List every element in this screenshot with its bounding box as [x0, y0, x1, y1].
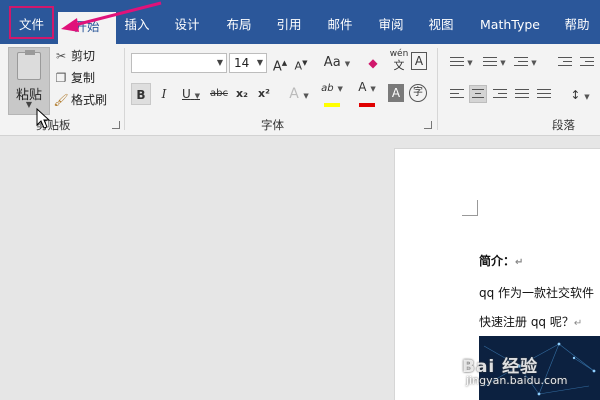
watermark-url: jingyan.baidu.com	[466, 374, 568, 387]
numbering-icon[interactable]	[481, 54, 499, 72]
tab-design[interactable]: 设计	[168, 10, 206, 40]
highlight-color-button[interactable]: ab ▼	[317, 80, 347, 107]
font-size-combo[interactable]: 14 ▼	[229, 53, 267, 73]
doc-paragraph-2: 快速注册 qq 呢？↵	[479, 315, 583, 329]
bold-button[interactable]: B	[131, 83, 151, 105]
cut-button[interactable]: ✂ 剪切	[53, 46, 95, 66]
format-painter-label: 格式刷	[71, 93, 108, 107]
margin-marker	[462, 200, 478, 216]
doc-heading: 简介：↵	[479, 254, 524, 268]
font-launcher-icon[interactable]	[424, 121, 432, 129]
italic-button[interactable]: I	[155, 83, 173, 105]
tab-mailings[interactable]: 邮件	[321, 10, 359, 40]
underline-button[interactable]: U ▼	[177, 83, 205, 105]
font-color-button[interactable]: A ▼	[352, 80, 382, 107]
chevron-down-icon: ▼	[216, 58, 223, 67]
highlighter-icon: ab	[321, 83, 334, 94]
clipboard-launcher-icon[interactable]	[112, 121, 120, 129]
multilevel-list-icon[interactable]	[512, 54, 530, 72]
chevron-down-icon[interactable]: ▼	[499, 52, 507, 74]
format-painter-button[interactable]: 🖌 格式刷	[53, 90, 107, 110]
scissors-icon: ✂	[55, 49, 67, 63]
character-shading-button[interactable]: A	[388, 84, 404, 102]
grow-font-button[interactable]: A▲	[272, 52, 288, 74]
font-group-label: 字体	[261, 118, 284, 132]
copy-icon: ❐	[55, 71, 67, 85]
bullets-icon[interactable]	[448, 54, 466, 72]
tab-layout[interactable]: 布局	[220, 10, 258, 40]
chevron-down-icon: ▼	[256, 58, 263, 67]
clear-formatting-icon[interactable]: ◆	[364, 52, 382, 74]
superscript-button[interactable]: x²	[255, 83, 273, 105]
mouse-cursor-icon	[36, 108, 51, 129]
font-size-value: 14	[234, 56, 250, 70]
align-left-icon[interactable]	[448, 86, 466, 104]
paintbrush-icon: 🖌	[53, 93, 69, 107]
tab-view[interactable]: 视图	[422, 10, 460, 40]
highlight-swatch	[324, 103, 340, 107]
font-color-swatch	[359, 103, 375, 107]
decrease-indent-icon[interactable]	[556, 54, 574, 72]
shrink-font-button[interactable]: A▼	[293, 52, 309, 74]
distributed-icon[interactable]	[535, 86, 553, 104]
tab-mathtype[interactable]: MathType	[474, 10, 546, 40]
copy-button[interactable]: ❐ 复制	[53, 68, 95, 88]
cut-label: 剪切	[71, 49, 96, 63]
ribbon: 粘贴 ▼ ✂ 剪切 ❐ 复制 🖌 格式刷 剪贴板 ▼ 14 ▼ A▲ A▼ Aa ▼ ◆…	[0, 44, 600, 136]
font-name-combo[interactable]: ▼	[131, 53, 227, 73]
subscript-button[interactable]: x₂	[233, 83, 251, 105]
character-border-button[interactable]: A	[411, 52, 427, 70]
chevron-down-icon[interactable]: ▼	[530, 52, 538, 74]
clipboard-icon	[17, 50, 41, 80]
strikethrough-button[interactable]: abc	[208, 83, 230, 105]
group-divider	[437, 48, 438, 130]
tab-insert[interactable]: 插入	[118, 10, 156, 40]
tab-home[interactable]: 开始	[58, 12, 116, 44]
tab-references[interactable]: 引用	[270, 10, 308, 40]
doc-paragraph-1: qq 作为一款社交软件	[479, 286, 595, 300]
ribbon-tab-bar: 文件 开始 插入 设计 布局 引用 邮件 审阅 视图 MathType 帮助	[0, 0, 600, 44]
align-center-icon[interactable]	[469, 85, 487, 103]
copy-label: 复制	[71, 71, 96, 85]
tab-file[interactable]: 文件	[9, 6, 54, 39]
paragraph-group-label: 段落	[552, 118, 575, 132]
tab-help[interactable]: 帮助	[558, 10, 596, 40]
chevron-down-icon[interactable]: ▼	[466, 52, 474, 74]
increase-indent-icon[interactable]	[578, 54, 596, 72]
enclose-characters-button[interactable]: 字	[409, 84, 427, 102]
change-case-button[interactable]: Aa ▼	[322, 52, 352, 74]
group-divider	[124, 48, 125, 130]
tab-review[interactable]: 审阅	[372, 10, 410, 40]
align-right-icon[interactable]	[491, 86, 509, 104]
paste-button[interactable]: 粘贴 ▼	[8, 47, 50, 115]
text-effects-button[interactable]: A ▼	[285, 83, 313, 105]
justify-icon[interactable]	[513, 86, 531, 104]
line-spacing-button[interactable]: ↕ ▼	[566, 84, 594, 106]
phonetic-guide-button[interactable]: wén 文	[387, 48, 411, 72]
